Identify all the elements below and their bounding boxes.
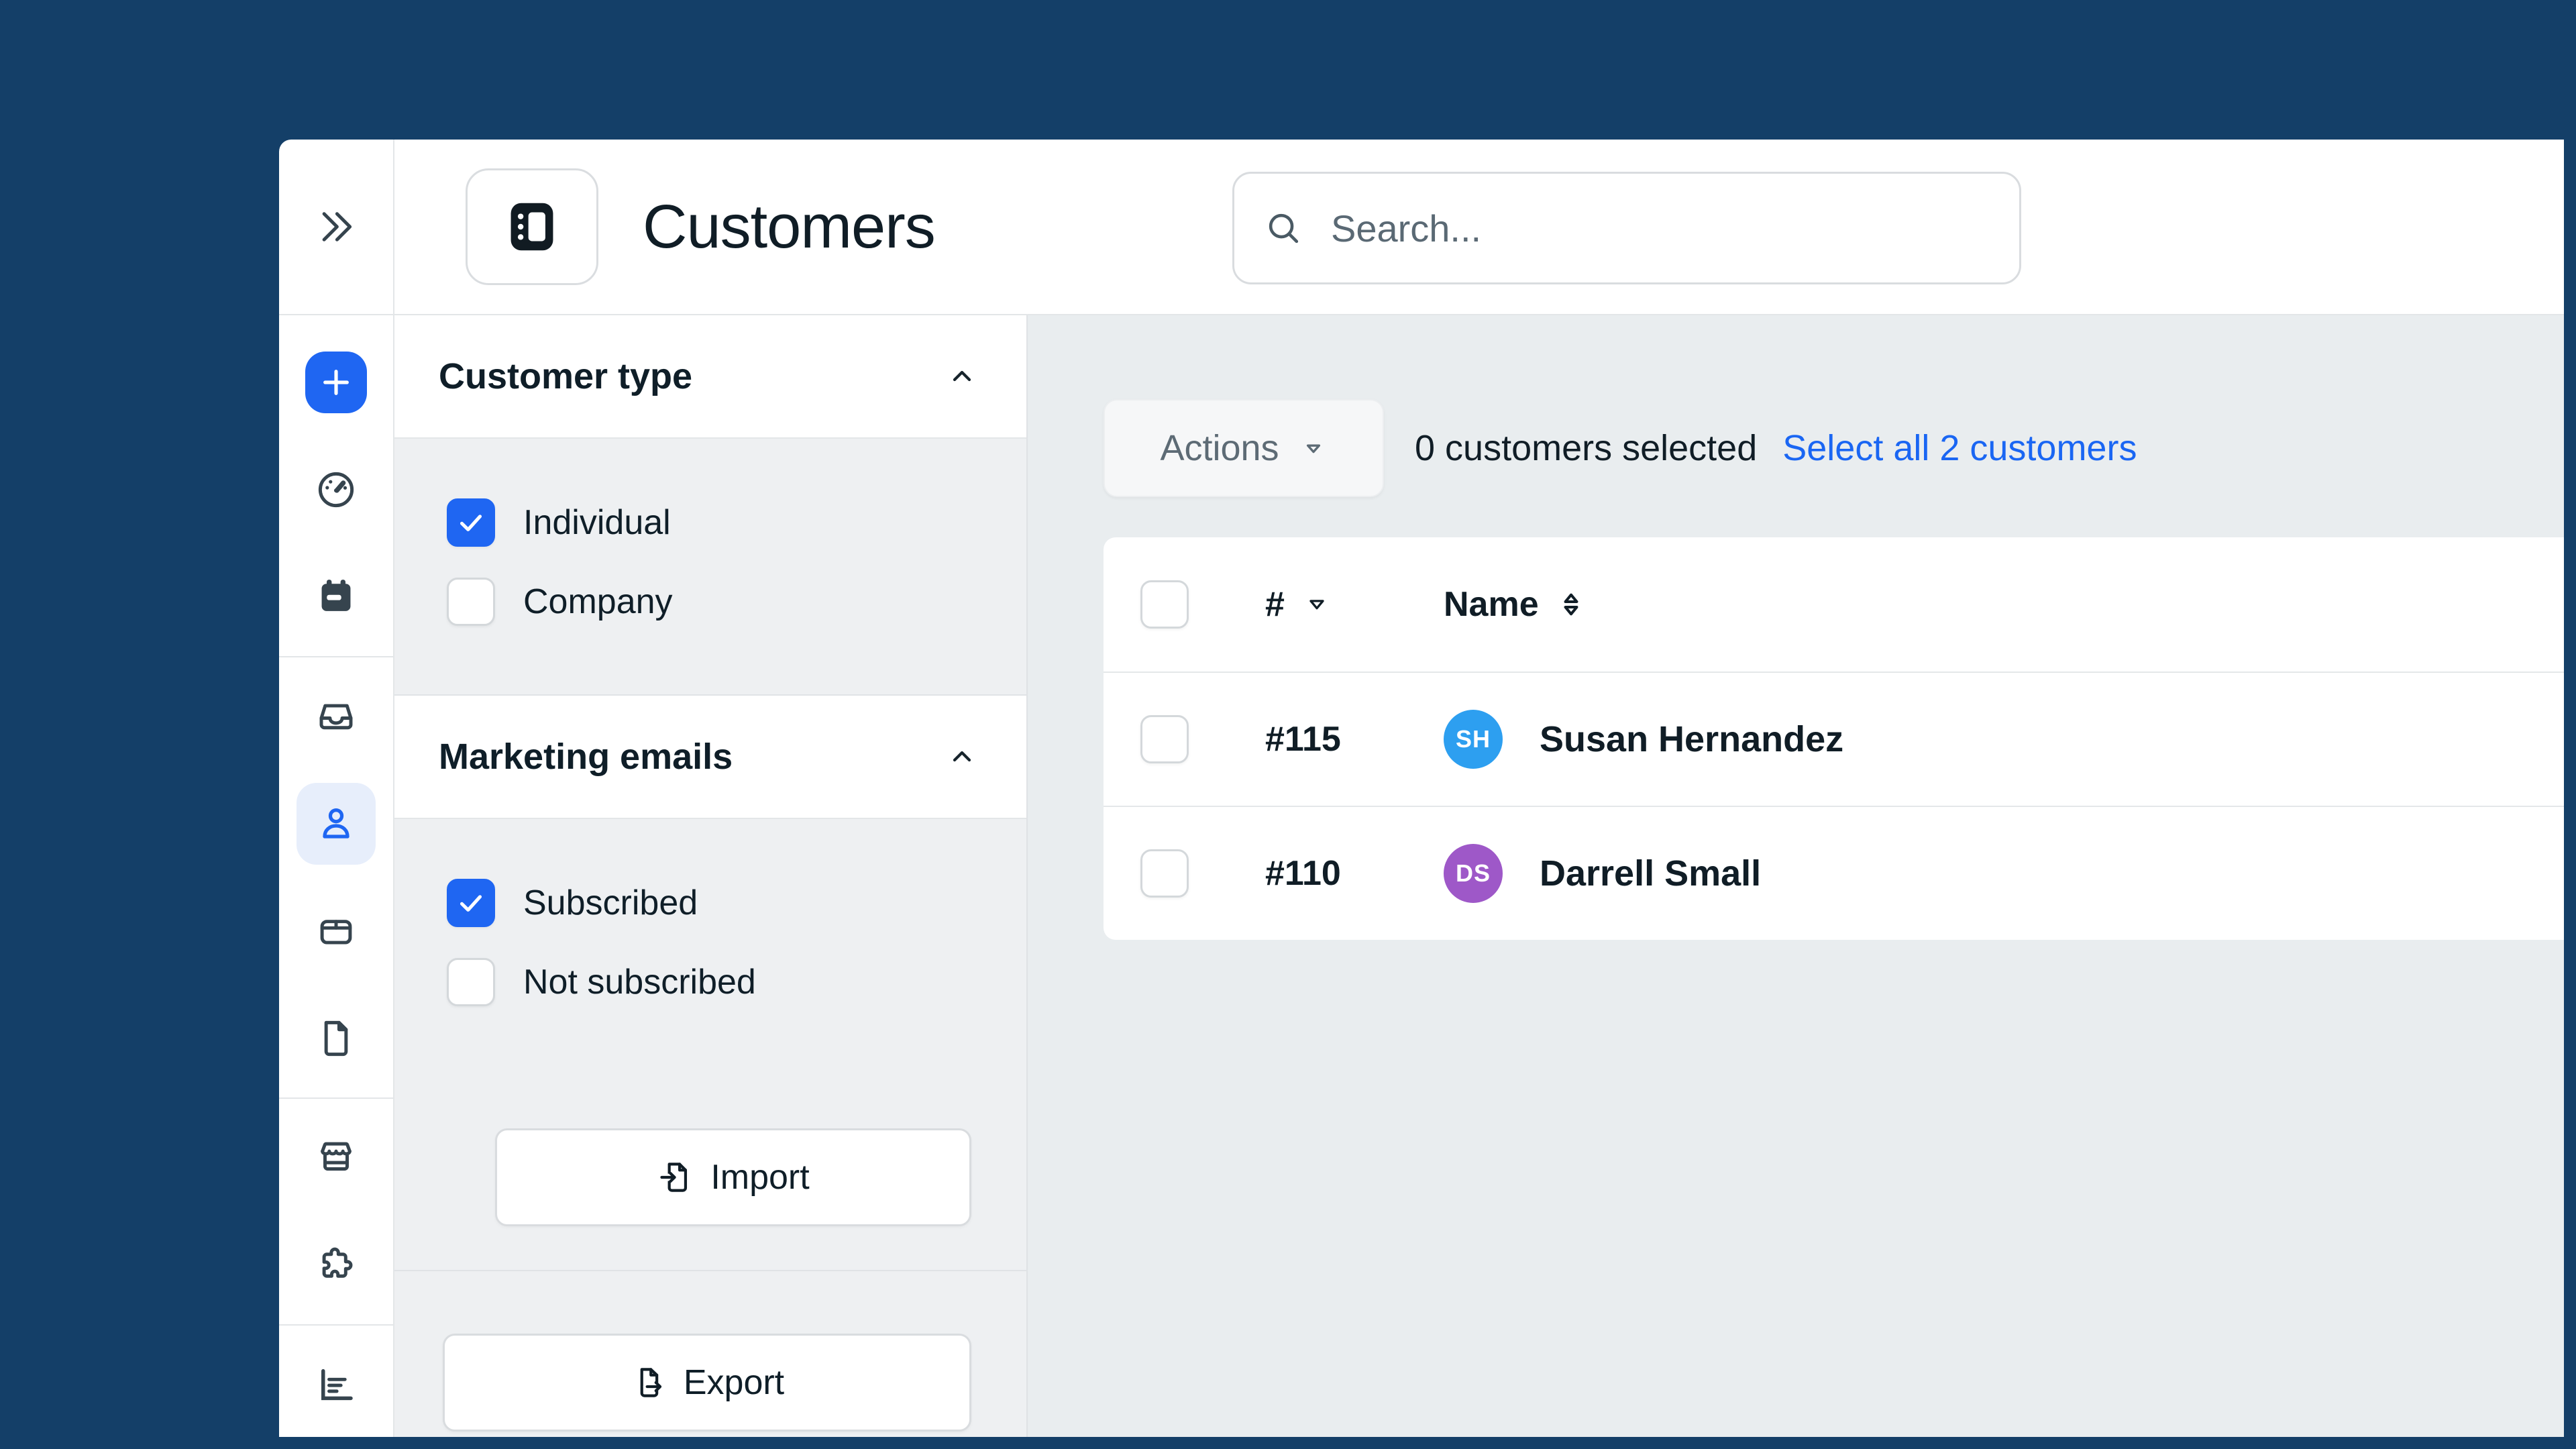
icon-rail (279, 315, 394, 1437)
export-button[interactable]: Export (443, 1334, 971, 1432)
rail-divider (279, 1324, 393, 1326)
option-label: Not subscribed (523, 963, 756, 1002)
check-icon (460, 515, 482, 531)
sidebar-item-reports[interactable] (279, 1331, 393, 1437)
document-icon (324, 1020, 348, 1057)
customer-number: #110 (1265, 854, 1341, 893)
sidebar-item-appointments[interactable] (279, 543, 393, 651)
inbox-tray-icon (319, 704, 353, 730)
export-file-icon (640, 1368, 664, 1397)
search-box[interactable] (1232, 172, 2021, 284)
column-label: Name (1444, 585, 1539, 624)
customers-app-button[interactable] (466, 168, 598, 285)
import-file-icon (657, 1163, 688, 1192)
checkbox-subscribed[interactable] (447, 879, 495, 927)
checkbox-not-subscribed[interactable] (447, 958, 495, 1006)
selected-count-text: 0 customers selected (1415, 428, 1758, 468)
rail-divider (279, 1097, 393, 1099)
filter-options-customer-type: Individual Company (394, 439, 1026, 696)
checkbox-individual[interactable] (447, 498, 495, 547)
avatar-initials: DS (1455, 859, 1491, 887)
row-checkbox[interactable] (1140, 715, 1189, 763)
sidebar-item-apps[interactable] (279, 1212, 393, 1319)
chevron-up-icon (953, 370, 971, 382)
screen-frame: Customers Search... Customer type Indivi… (0, 0, 2576, 1449)
filter-option-company[interactable]: Company (447, 562, 1026, 641)
import-button[interactable]: Import (495, 1128, 971, 1226)
rail-divider (279, 656, 393, 657)
page-header: Customers (394, 140, 2564, 315)
customer-number: #115 (1265, 720, 1341, 759)
option-label: Individual (523, 503, 671, 542)
sidebar-item-customers[interactable] (279, 770, 393, 877)
sidebar-item-create[interactable] (279, 329, 393, 436)
filter-section-marketing-emails[interactable]: Marketing emails (394, 696, 1026, 819)
sidebar-item-dashboard[interactable] (279, 436, 393, 543)
checkbox-company[interactable] (447, 578, 495, 626)
plus-button[interactable] (305, 352, 367, 413)
sidebar-item-items[interactable] (279, 877, 393, 985)
sort-both-icon (1564, 593, 1578, 616)
search-input[interactable] (1330, 205, 1990, 251)
column-header-number[interactable]: # (1265, 584, 1444, 625)
customer-directory-icon (511, 203, 553, 251)
sidebar-item-inbox[interactable] (279, 663, 393, 770)
caret-down-icon (1306, 444, 1320, 453)
puzzle-icon (322, 1247, 353, 1278)
option-label: Subscribed (523, 883, 698, 922)
bar-chart-icon (321, 1368, 353, 1401)
actions-dropdown-button[interactable]: Actions (1104, 399, 1384, 497)
case-icon (320, 920, 352, 945)
sidebar-collapse-button[interactable] (279, 140, 394, 315)
select-all-checkbox[interactable] (1140, 580, 1189, 629)
avatar-initials: SH (1455, 725, 1491, 753)
check-icon (460, 895, 482, 912)
active-item-highlight (297, 783, 376, 865)
gauge-icon (318, 472, 354, 508)
filter-option-not-subscribed[interactable]: Not subscribed (447, 943, 1026, 1022)
app-window: Customers Search... Customer type Indivi… (279, 140, 2564, 1437)
sort-desc-icon (1309, 600, 1324, 610)
page-title: Customers (643, 192, 936, 261)
filter-option-individual[interactable]: Individual (447, 483, 1026, 562)
sidebar-item-online[interactable] (279, 1104, 393, 1212)
filter-panel: Customer type Individual Company Marketi… (394, 315, 1028, 1437)
customer-name: Darrell Small (1540, 853, 1762, 894)
bulk-actions-toolbar: Actions 0 customers selected Select all … (1104, 399, 2564, 497)
avatar: DS (1444, 844, 1503, 903)
option-label: Company (523, 582, 673, 621)
actions-label: Actions (1160, 428, 1279, 468)
export-label: Export (683, 1363, 785, 1402)
export-section: Export (394, 1271, 1026, 1437)
chevron-up-icon (953, 751, 971, 762)
table-header-row: # Name (1104, 537, 2564, 672)
table-row[interactable]: #115 SH Susan Hernandez (1104, 672, 2564, 806)
filter-options-marketing-emails: Subscribed Not subscribed Import (394, 819, 1026, 1271)
import-label: Import (710, 1158, 810, 1197)
search-icon (1269, 213, 1299, 244)
filter-section-customer-type[interactable]: Customer type (394, 315, 1026, 439)
filter-option-subscribed[interactable]: Subscribed (447, 863, 1026, 943)
customers-table: # Name #115 SH Susan Hernandez #110 DS D… (1104, 537, 2564, 940)
row-checkbox[interactable] (1140, 849, 1189, 898)
sidebar-item-invoices[interactable] (279, 985, 393, 1092)
person-icon (323, 808, 350, 839)
select-all-link[interactable]: Select all 2 customers (1782, 427, 2137, 469)
calendar-icon (321, 580, 351, 611)
plus-icon (323, 370, 349, 395)
avatar: SH (1444, 710, 1503, 769)
storefront-icon (321, 1142, 352, 1171)
table-row[interactable]: #110 DS Darrell Small (1104, 806, 2564, 940)
filter-section-title: Marketing emails (439, 737, 733, 777)
double-chevron-right-icon (322, 212, 352, 241)
customer-name: Susan Hernandez (1540, 719, 1844, 759)
column-header-name[interactable]: Name (1444, 584, 1586, 625)
column-label: # (1265, 585, 1285, 624)
main-content: Actions 0 customers selected Select all … (1028, 315, 2564, 1437)
filter-section-title: Customer type (439, 356, 693, 396)
